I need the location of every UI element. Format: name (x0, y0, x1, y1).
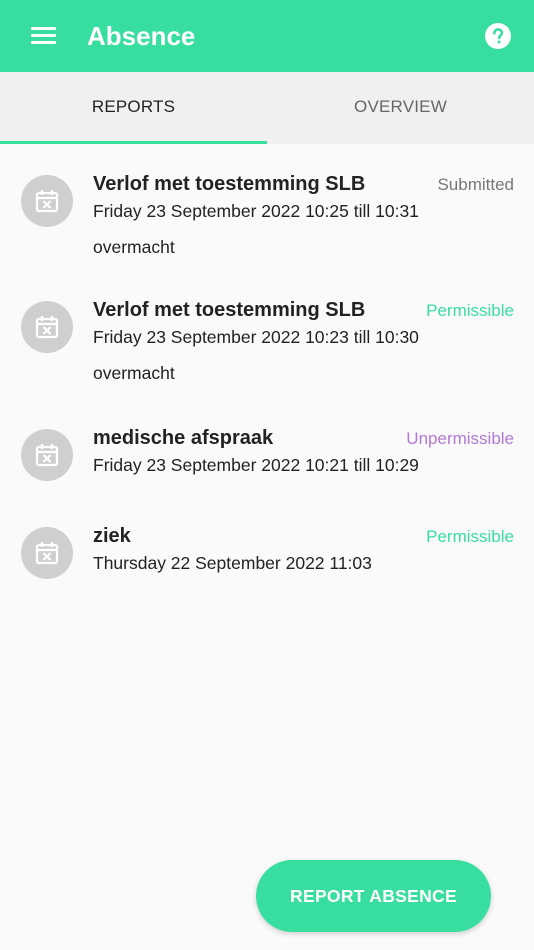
list-item[interactable]: Verlof met toestemming SLB Permissible F… (0, 270, 534, 396)
report-time: Thursday 22 September 2022 11:03 (93, 553, 372, 573)
report-title: medische afspraak (93, 427, 274, 449)
app-bar: Absence (0, 0, 534, 72)
page-title: Absence (87, 21, 196, 51)
list-item[interactable]: medische afspraak Unpermissible Friday 2… (0, 396, 534, 494)
report-time: Friday 23 September 2022 10:21 till 10:2… (93, 455, 419, 475)
report-absence-button[interactable]: REPORT ABSENCE (256, 860, 491, 932)
calendar-remove-icon (21, 527, 73, 579)
status-badge: Submitted (437, 175, 514, 194)
status-badge: Unpermissible (406, 429, 514, 448)
status-badge: Permissible (426, 301, 514, 320)
report-note: overmacht (93, 237, 175, 257)
report-title: Verlof met toestemming SLB (93, 173, 366, 195)
tab-reports[interactable]: REPORTS (0, 72, 267, 144)
list-item[interactable]: Verlof met toestemming SLB Submitted Fri… (0, 144, 534, 270)
list-item[interactable]: ziek Permissible Thursday 22 September 2… (0, 494, 534, 592)
report-time: Friday 23 September 2022 10:23 till 10:3… (93, 327, 419, 347)
menu-icon[interactable] (31, 27, 56, 45)
report-title: Verlof met toestemming SLB (93, 299, 366, 321)
report-time: Friday 23 September 2022 10:25 till 10:3… (93, 201, 419, 221)
report-note: overmacht (93, 363, 175, 383)
calendar-remove-icon (21, 301, 73, 353)
report-title: ziek (93, 525, 131, 547)
calendar-remove-icon (21, 175, 73, 227)
tab-overview[interactable]: OVERVIEW (267, 72, 534, 144)
help-icon[interactable] (485, 23, 511, 49)
tab-bar: REPORTS OVERVIEW (0, 72, 534, 144)
status-badge: Permissible (426, 527, 514, 546)
calendar-remove-icon (21, 429, 73, 481)
